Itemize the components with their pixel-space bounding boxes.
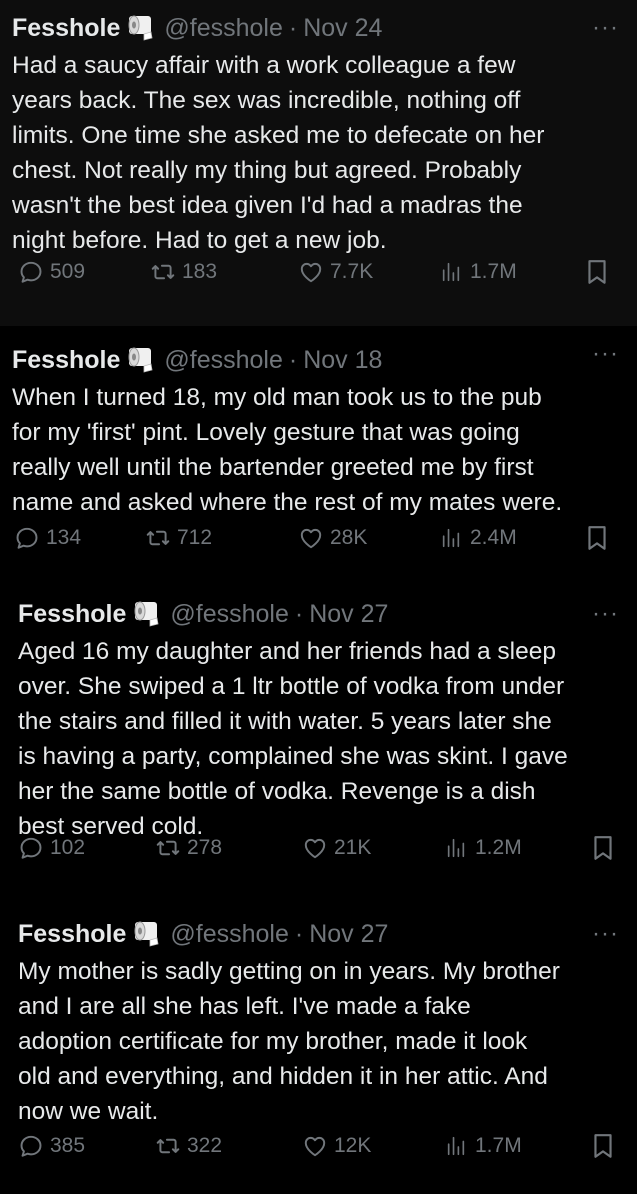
repost-button[interactable]: 322 — [155, 1133, 222, 1159]
tweet-header: Fesshole @fesshole · Nov 27 — [18, 598, 619, 630]
views-icon — [447, 838, 465, 858]
view-count: 1.7M — [475, 1134, 522, 1157]
tweet[interactable]: Fesshole @fesshole · Nov 18 ··· When I t… — [0, 326, 637, 586]
separator-dot: · — [288, 345, 298, 374]
reply-count: 385 — [50, 1134, 86, 1157]
repost-icon — [156, 840, 180, 856]
author-name[interactable]: Fesshole — [18, 600, 126, 629]
views-button[interactable]: 2.4M — [440, 526, 517, 550]
like-button[interactable]: 12K — [302, 1133, 371, 1159]
tweet-date[interactable]: Nov 18 — [303, 346, 382, 375]
views-icon — [442, 262, 460, 282]
tweet-text: When I turned 18, my old man took us to … — [12, 384, 563, 516]
bookmark-icon — [594, 1134, 612, 1158]
like-icon — [300, 528, 322, 549]
author-handle[interactable]: @fesshole — [164, 14, 283, 43]
repost-icon — [156, 1138, 180, 1154]
tweet-date[interactable]: Nov 24 — [303, 14, 382, 43]
views-button[interactable]: 1.7M — [445, 1134, 522, 1158]
like-count: 12K — [334, 1134, 372, 1157]
like-count: 21K — [334, 836, 372, 859]
views-icon — [442, 528, 460, 548]
toilet-roll-icon — [132, 601, 162, 627]
repost-button[interactable]: 712 — [145, 525, 212, 551]
tweet-header: Fesshole @fesshole · Nov 27 — [18, 918, 619, 950]
like-icon — [304, 1136, 326, 1157]
like-icon — [300, 262, 322, 283]
tweet-text: Had a saucy affair with a work colleague… — [12, 52, 545, 254]
tweet[interactable]: Fesshole @fesshole · Nov 24 ··· Had a sa… — [0, 0, 637, 326]
view-count: 1.2M — [475, 836, 522, 859]
repost-count: 183 — [182, 260, 218, 283]
reply-button[interactable]: 102 — [18, 835, 85, 861]
repost-count: 712 — [177, 526, 213, 549]
like-button[interactable]: 7.7K — [298, 259, 373, 285]
repost-icon — [151, 264, 175, 280]
tweet-text: Aged 16 my daughter and her friends had … — [18, 638, 568, 840]
tweet-header: Fesshole @fesshole · Nov 24 — [12, 12, 625, 44]
separator-dot: · — [294, 599, 304, 628]
views-icon — [447, 1136, 465, 1156]
author-handle[interactable]: @fesshole — [170, 920, 289, 949]
tweet-date[interactable]: Nov 27 — [309, 600, 388, 629]
author-handle[interactable]: @fesshole — [170, 600, 289, 629]
repost-button[interactable]: 183 — [150, 259, 217, 285]
bookmark-button[interactable] — [590, 1132, 622, 1160]
like-button[interactable]: 28K — [298, 525, 367, 551]
more-options-icon[interactable]: ··· — [592, 14, 619, 42]
tweet-text: My mother is sadly getting on in years. … — [18, 958, 560, 1125]
toilet-roll-icon — [126, 15, 156, 41]
reply-icon — [20, 261, 42, 283]
reply-button[interactable]: 509 — [18, 259, 85, 285]
views-button[interactable]: 1.2M — [445, 836, 522, 860]
tweet[interactable]: Fesshole @fesshole · Nov 27 ··· Aged 16 … — [0, 586, 637, 906]
more-options-icon[interactable]: ··· — [592, 600, 619, 628]
reply-count: 134 — [46, 526, 82, 549]
bookmark-button[interactable] — [590, 834, 622, 862]
reply-button[interactable]: 385 — [18, 1133, 85, 1159]
bookmark-button[interactable] — [584, 524, 616, 552]
more-options-icon[interactable]: ··· — [592, 920, 619, 948]
like-count: 28K — [330, 526, 368, 549]
bookmark-icon — [588, 260, 606, 284]
repost-count: 322 — [187, 1134, 223, 1157]
reply-count: 509 — [50, 260, 86, 283]
repost-icon — [146, 530, 170, 546]
toilet-roll-icon — [126, 347, 156, 373]
author-name[interactable]: Fesshole — [18, 920, 126, 949]
bookmark-icon — [594, 836, 612, 860]
tweet[interactable]: Fesshole @fesshole · Nov 27 ··· My mothe… — [0, 906, 637, 1194]
like-button[interactable]: 21K — [302, 835, 371, 861]
author-handle[interactable]: @fesshole — [164, 346, 283, 375]
tweet-date[interactable]: Nov 27 — [309, 920, 388, 949]
separator-dot: · — [294, 919, 304, 948]
reply-icon — [20, 837, 42, 859]
view-count: 1.7M — [470, 260, 517, 283]
more-options-icon[interactable]: ··· — [592, 340, 619, 368]
tweet-header: Fesshole @fesshole · Nov 18 — [12, 344, 625, 376]
like-count: 7.7K — [330, 260, 374, 283]
author-name[interactable]: Fesshole — [12, 14, 120, 43]
reply-count: 102 — [50, 836, 86, 859]
views-button[interactable]: 1.7M — [440, 260, 517, 284]
bookmark-button[interactable] — [584, 258, 616, 286]
reply-icon — [20, 1135, 42, 1157]
reply-button[interactable]: 134 — [14, 525, 81, 551]
repost-count: 278 — [187, 836, 223, 859]
tweet-feed: Fesshole @fesshole · Nov 24 ··· Had a sa… — [0, 0, 637, 1194]
toilet-roll-icon — [132, 921, 162, 947]
like-icon — [304, 838, 326, 859]
reply-icon — [16, 527, 38, 549]
repost-button[interactable]: 278 — [155, 835, 222, 861]
view-count: 2.4M — [470, 526, 517, 549]
author-name[interactable]: Fesshole — [12, 346, 120, 375]
bookmark-icon — [588, 526, 606, 550]
separator-dot: · — [288, 13, 298, 42]
